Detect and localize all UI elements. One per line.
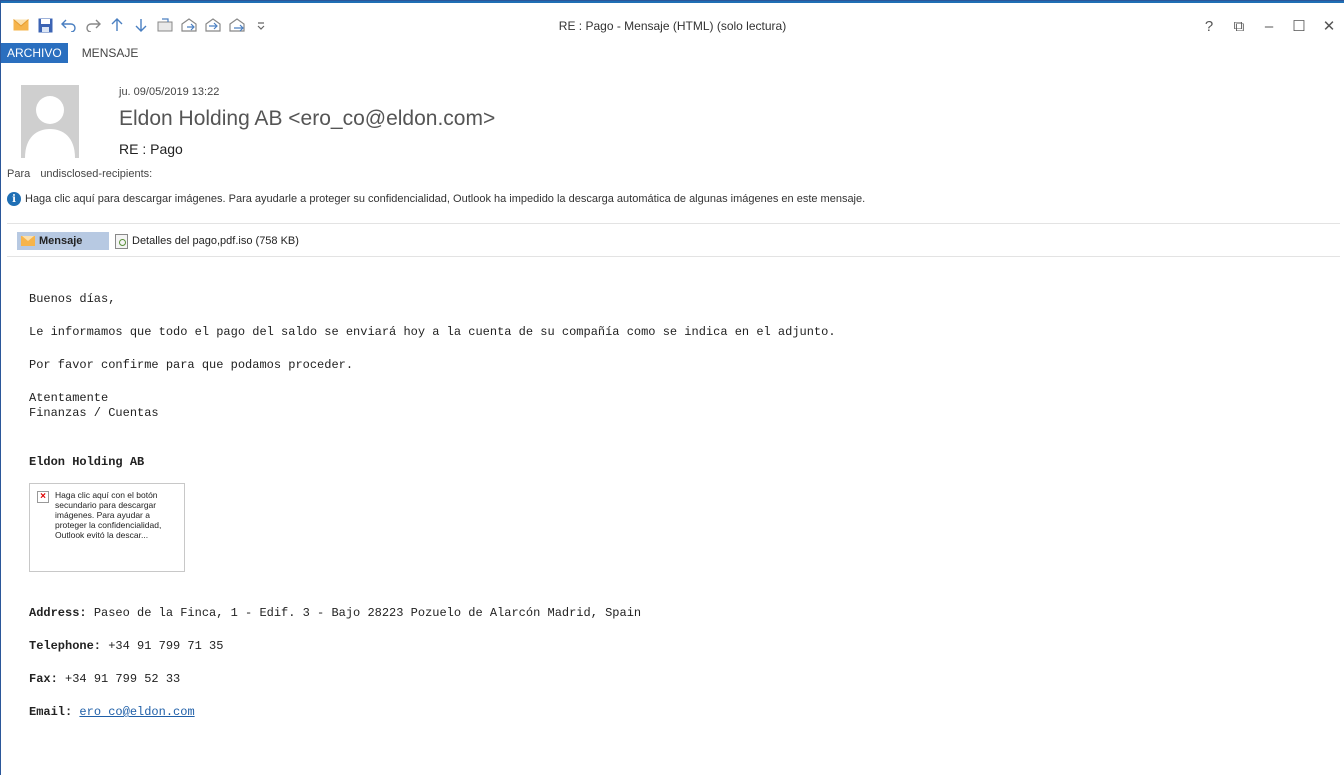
minimize-button[interactable]: – <box>1254 9 1284 43</box>
telephone-value: +34 91 799 71 35 <box>108 639 224 653</box>
blocked-image-text: Haga clic aquí con el botón secundario p… <box>55 490 162 540</box>
body-closing-1: Atentamente <box>29 391 109 405</box>
address-line: Address: Paseo de la Finca, 1 - Edif. 3 … <box>29 607 641 619</box>
to-recipients[interactable]: undisclosed-recipients: <box>40 168 152 180</box>
fax-value: +34 91 799 52 33 <box>65 672 181 686</box>
ribbon-display-button[interactable]: ⧉ <box>1224 9 1254 43</box>
fax-line: Fax: +34 91 799 52 33 <box>29 673 180 685</box>
maximize-button[interactable]: ☐ <box>1284 9 1314 43</box>
attachment-bar: Mensaje Detalles del pago,pdf.iso (758 K… <box>17 232 299 250</box>
outlook-message-window: RE : Pago - Mensaje (HTML) (solo lectura… <box>0 0 1344 775</box>
message-subject: RE : Pago <box>119 141 183 157</box>
address-value: Paseo de la Finca, 1 - Edif. 3 - Bajo 28… <box>93 606 642 620</box>
avatar <box>21 85 79 158</box>
body-closing-2: Finanzas / Cuentas <box>29 406 159 420</box>
fax-label: Fax: <box>29 672 58 686</box>
download-images-infobar[interactable]: i Haga clic aquí para descargar imágenes… <box>7 192 865 206</box>
company-name: Eldon Holding AB <box>29 456 144 468</box>
attachment-file-name: Detalles del pago,pdf.iso (758 KB) <box>132 235 299 247</box>
divider <box>7 256 1340 257</box>
to-label: Para <box>7 168 31 180</box>
blocked-image-placeholder[interactable]: × Haga clic aquí con el botón secundario… <box>29 483 185 572</box>
help-button[interactable]: ? <box>1194 9 1224 43</box>
to-line: Para undisclosed-recipients: <box>7 168 152 180</box>
message-date: ju. 09/05/2019 13:22 <box>119 86 220 98</box>
body-line-2: Por favor confirme para que podamos proc… <box>29 358 354 372</box>
ribbon-tabs: ARCHIVO MENSAJE <box>1 43 144 71</box>
title-bar: RE : Pago - Mensaje (HTML) (solo lectura… <box>1 9 1344 43</box>
body-line-1: Le informamos que todo el pago del saldo… <box>29 325 836 339</box>
infobar-text: Haga clic aquí para descargar imágenes. … <box>25 193 866 205</box>
email-link[interactable]: ero co@eldon.com <box>79 705 194 719</box>
company-name-text: Eldon Holding AB <box>29 455 145 469</box>
file-icon <box>115 233 128 249</box>
email-label: Email: <box>29 705 73 719</box>
message-tab-label: Mensaje <box>39 235 83 247</box>
divider <box>7 223 1340 224</box>
tab-mensaje[interactable]: MENSAJE <box>76 43 145 63</box>
tab-archivo[interactable]: ARCHIVO <box>1 43 68 63</box>
broken-image-icon: × <box>37 491 49 503</box>
window-title: RE : Pago - Mensaje (HTML) (solo lectura… <box>558 19 787 33</box>
envelope-icon <box>21 236 35 246</box>
telephone-label: Telephone: <box>29 639 102 653</box>
sender-name[interactable]: Eldon Holding AB <ero_co@eldon.com> <box>119 107 495 131</box>
body-greeting: Buenos días, <box>29 292 116 306</box>
message-tab-button[interactable]: Mensaje <box>17 232 109 250</box>
attachment-file[interactable]: Detalles del pago,pdf.iso (758 KB) <box>115 233 299 249</box>
address-label: Address: <box>29 606 87 620</box>
telephone-line: Telephone: +34 91 799 71 35 <box>29 640 223 652</box>
window-controls: ? ⧉ – ☐ ✕ <box>1194 9 1344 43</box>
info-icon: i <box>7 192 21 206</box>
close-button[interactable]: ✕ <box>1314 9 1344 43</box>
email-line: Email: ero co@eldon.com <box>29 706 195 718</box>
